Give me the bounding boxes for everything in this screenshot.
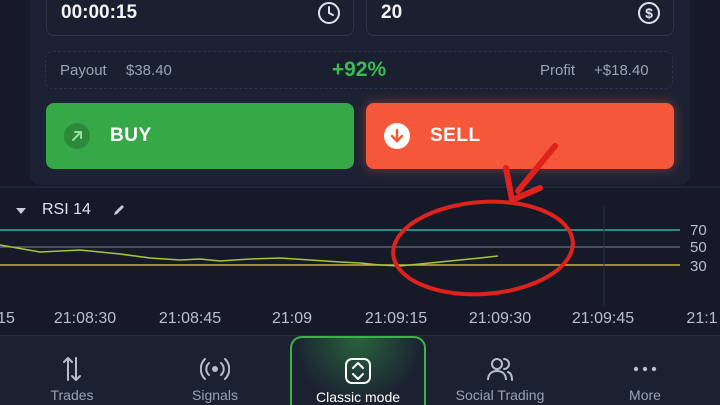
nav-item-more[interactable]: More	[605, 336, 685, 405]
nav-label: Trades	[50, 387, 94, 403]
nav-label: Classic mode	[315, 389, 401, 405]
social-trading-icon	[487, 358, 513, 381]
trades-icon	[63, 357, 81, 381]
bottom-nav: Trades Signals Classic mode Social Tradi…	[0, 335, 720, 405]
nav-label: Signals	[192, 387, 238, 403]
nav-item-signals[interactable]: Signals	[175, 336, 255, 405]
nav-item-social-trading[interactable]: Social Trading	[440, 336, 560, 405]
nav-label: Social Trading	[455, 387, 545, 403]
nav-item-trades[interactable]: Trades	[32, 336, 112, 405]
nav-label: More	[629, 387, 661, 403]
more-icon	[633, 366, 657, 372]
signals-icon	[200, 358, 230, 380]
highlight-circle	[391, 199, 575, 297]
nav-item-classic-mode[interactable]: Classic mode	[290, 336, 426, 405]
classic-mode-icon	[345, 358, 371, 384]
annotation-arrow-icon	[503, 143, 558, 203]
